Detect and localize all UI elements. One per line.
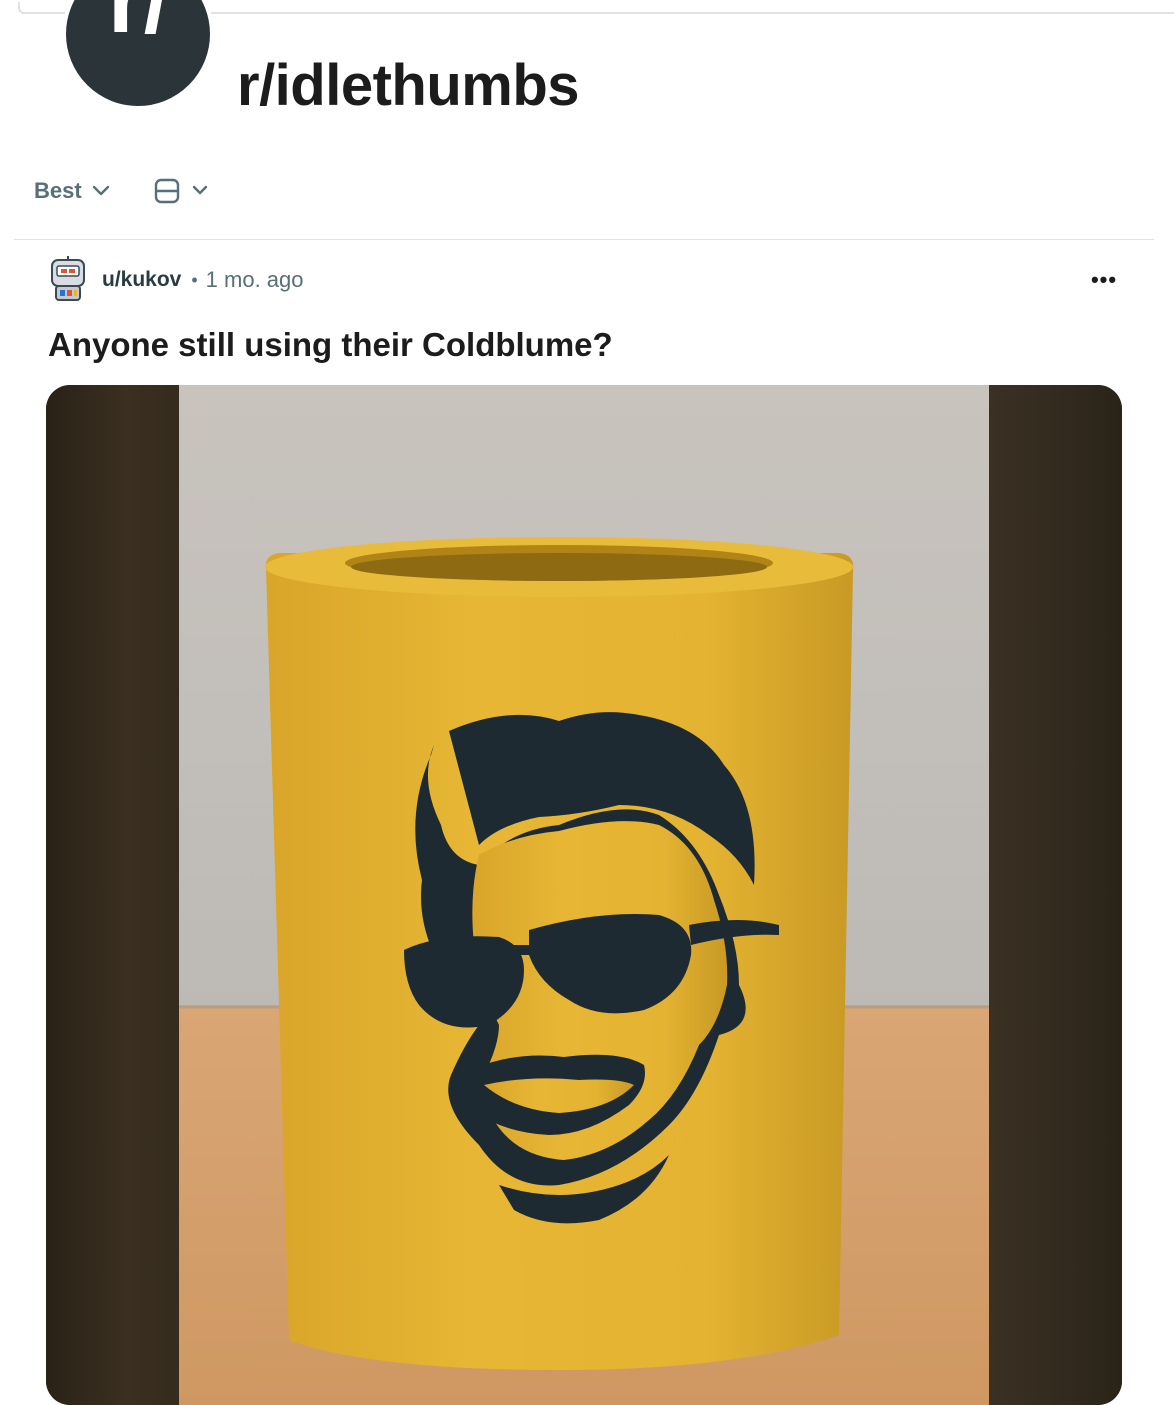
koozie-photo-icon [179, 385, 989, 1405]
post-image [179, 385, 989, 1405]
meta-separator: • [191, 269, 198, 290]
sort-label: Best [34, 178, 82, 203]
subreddit-avatar[interactable]: r/ [62, 0, 214, 110]
robot-avatar-icon [51, 256, 85, 301]
post-overflow-menu-button[interactable]: ••• [1082, 262, 1126, 298]
reddit-r-slash-icon: r/ [108, 0, 169, 52]
post-author[interactable]: u/kukov [102, 268, 181, 292]
post-meta: u/kukov • 1 mo. ago [48, 255, 304, 305]
chevron-down-icon [192, 185, 207, 195]
post-title[interactable]: Anyone still using their Coldblume? [48, 326, 613, 364]
media-blur-left [46, 385, 179, 1405]
feed-divider [14, 239, 1154, 240]
chevron-down-icon [92, 185, 109, 196]
media-blur-right [989, 385, 1122, 1405]
feed-controls: Best [22, 168, 220, 214]
post-media[interactable] [46, 385, 1122, 1405]
user-avatar[interactable] [48, 256, 88, 304]
card-view-icon [154, 178, 179, 204]
view-toggle-button[interactable] [142, 172, 220, 210]
sort-button[interactable]: Best [22, 172, 122, 210]
subreddit-title[interactable]: r/idlethumbs [237, 52, 580, 119]
svg-text:r/: r/ [108, 0, 169, 52]
post-time: 1 mo. ago [205, 267, 304, 292]
